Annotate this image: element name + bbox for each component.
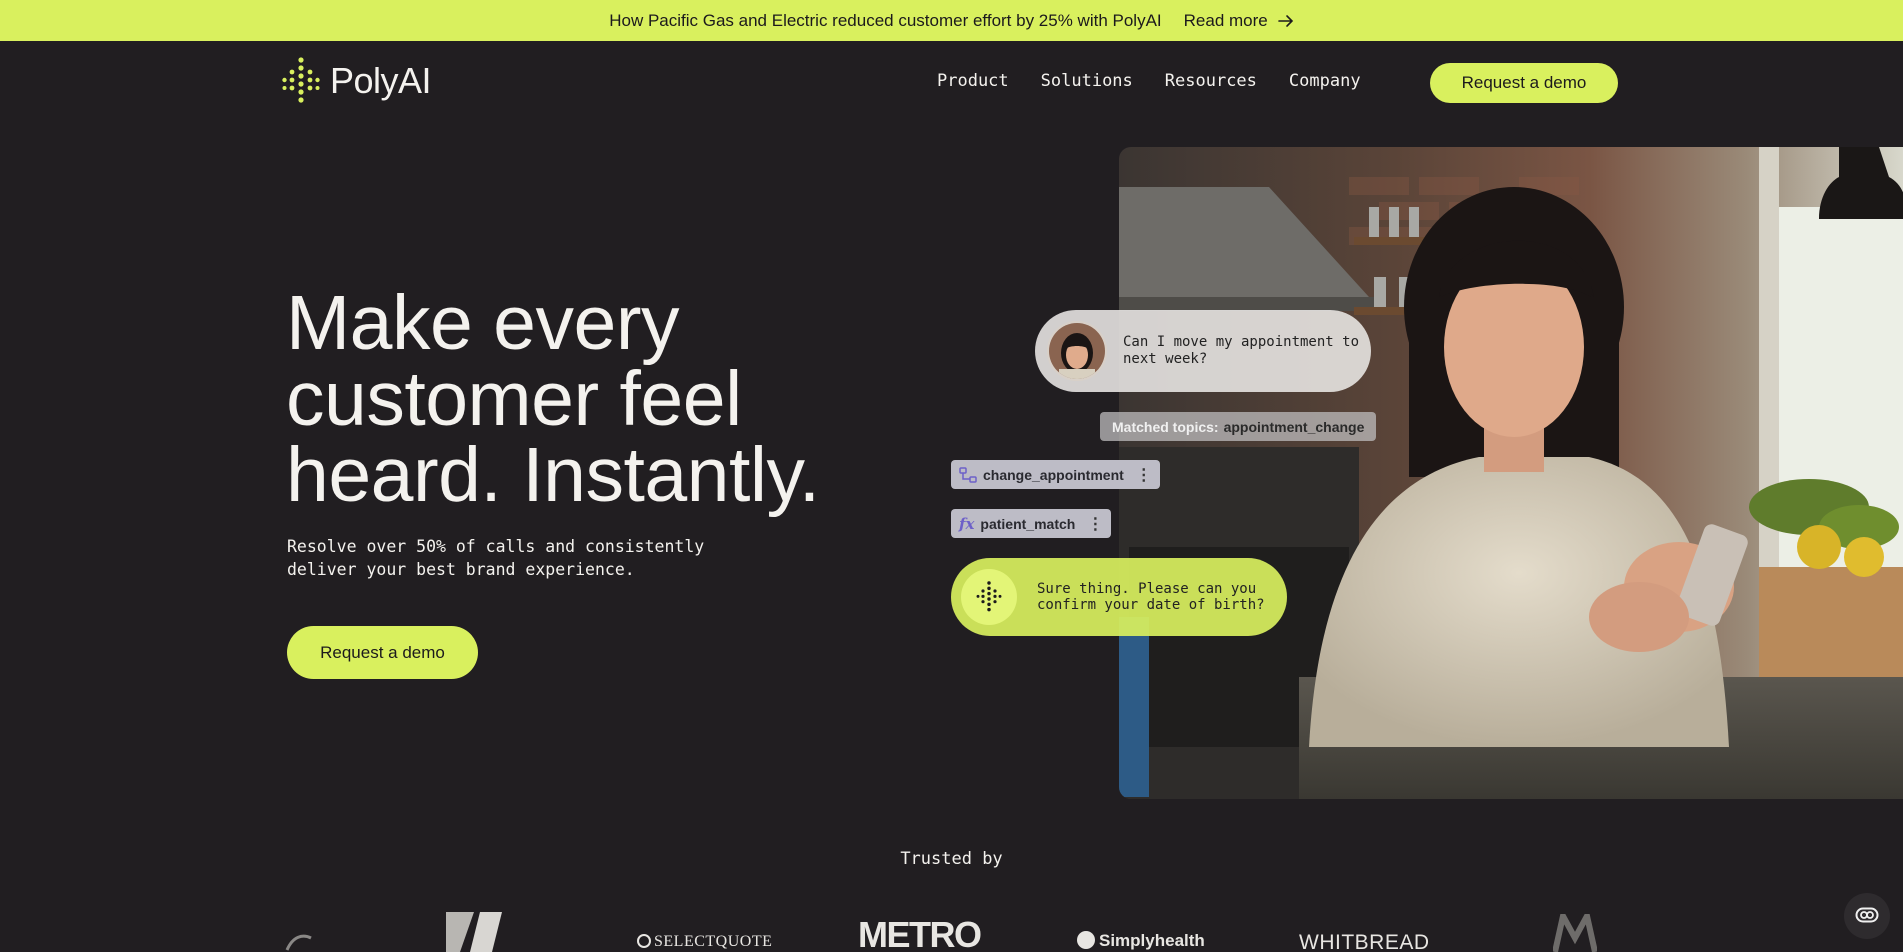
hero-subtitle: Resolve over 50% of calls and consistent… <box>287 535 757 581</box>
logo[interactable]: PolyAI <box>282 57 432 105</box>
avatar <box>1047 321 1107 381</box>
hero-title-line: customer feel <box>286 356 742 442</box>
polyai-agent-badge <box>961 569 1017 625</box>
banner-text[interactable]: How Pacific Gas and Electric reduced cus… <box>609 11 1161 31</box>
main-nav: PolyAI Product Solutions Resources Compa… <box>0 41 1903 125</box>
user-message-bubble: Can I move my appointment to next week? <box>1035 310 1371 392</box>
more-options-icon: ⋮ <box>1087 515 1104 533</box>
logo-text: PolyAI <box>330 60 432 101</box>
more-options-icon: ⋮ <box>1135 466 1152 484</box>
brand-selectquote-text: SELECTQUOTE <box>654 933 773 950</box>
polyai-logo-icon <box>976 581 1002 612</box>
flow-icon <box>959 466 977 483</box>
matched-topics-value: appointment_change <box>1223 418 1365 435</box>
flow-chip-label: patient_match <box>980 515 1076 532</box>
hero-photo <box>1119 147 1903 799</box>
flow-chip-change-appointment: change_appointment ⋮ <box>951 460 1160 489</box>
user-avatar-image <box>1049 323 1105 379</box>
customer-logos-strip: SELECTQUOTE METRO Simplyhealth WHITBREAD <box>0 906 1903 952</box>
brand-simplyhealth-text: Simplyhealth <box>1099 931 1205 950</box>
ai-message-bubble: Sure thing. Please can you confirm your … <box>951 558 1287 636</box>
arrow-right-icon <box>1277 14 1293 27</box>
hero-subtitle-line: Resolve over 50% of calls and consistent… <box>287 537 705 556</box>
flow-chip-patient-match: fx patient_match ⋮ <box>951 509 1112 538</box>
brand-selectquote: SELECTQUOTE <box>637 933 772 951</box>
marriott-logo <box>1553 914 1597 952</box>
angular-brand-logo <box>446 912 502 952</box>
hero-title-line: Make every <box>286 280 679 366</box>
user-message-text: Can I move my appointment to next week? <box>1123 334 1360 367</box>
brand-simplyhealth: Simplyhealth <box>1077 931 1205 951</box>
nav-item-resources[interactable]: Resources <box>1165 71 1257 91</box>
partial-brand-logo <box>285 934 312 951</box>
read-more-link[interactable]: Read more <box>1184 11 1294 31</box>
hero-subtitle-line: deliver your best brand experience. <box>287 560 635 579</box>
nav-item-company[interactable]: Company <box>1289 71 1361 91</box>
brand-whitbread: WHITBREAD <box>1299 931 1430 952</box>
brand-metro: METRO <box>858 914 982 952</box>
brand-metro-text: METRO <box>858 914 982 952</box>
nav-menu: Product Solutions Resources Company <box>937 71 1393 91</box>
chat-launcher-button[interactable] <box>1844 893 1890 939</box>
hero-title-line: heard. Instantly. <box>286 432 820 518</box>
read-more-label: Read more <box>1183 10 1268 30</box>
chat-bubble-icon <box>1855 907 1879 923</box>
trusted-by-heading: Trusted by <box>900 849 1003 869</box>
simplyhealth-mark-icon <box>1077 931 1095 949</box>
matched-topics-tag: Matched topics: appointment_change <box>1100 412 1377 441</box>
ai-message-text: Sure thing. Please can you confirm your … <box>1037 581 1265 613</box>
polyai-logo-icon <box>282 57 320 103</box>
nav-item-product[interactable]: Product <box>937 71 1009 91</box>
announcement-banner[interactable]: How Pacific Gas and Electric reduced cus… <box>0 0 1903 41</box>
function-icon: fx <box>959 514 975 533</box>
selectquote-ring-icon <box>637 934 651 948</box>
hero-title: Make every customer feel heard. Instantl… <box>286 280 906 518</box>
flow-chip-label: change_appointment <box>983 466 1124 483</box>
hero-request-demo-button[interactable]: Request a demo <box>287 626 478 679</box>
nav-request-demo-button[interactable]: Request a demo <box>1430 63 1618 103</box>
nav-item-solutions[interactable]: Solutions <box>1041 71 1133 91</box>
matched-topics-label: Matched topics: <box>1112 418 1219 435</box>
brand-whitbread-text: WHITBREAD <box>1299 931 1430 952</box>
woman-with-phone-image <box>1119 147 1903 799</box>
